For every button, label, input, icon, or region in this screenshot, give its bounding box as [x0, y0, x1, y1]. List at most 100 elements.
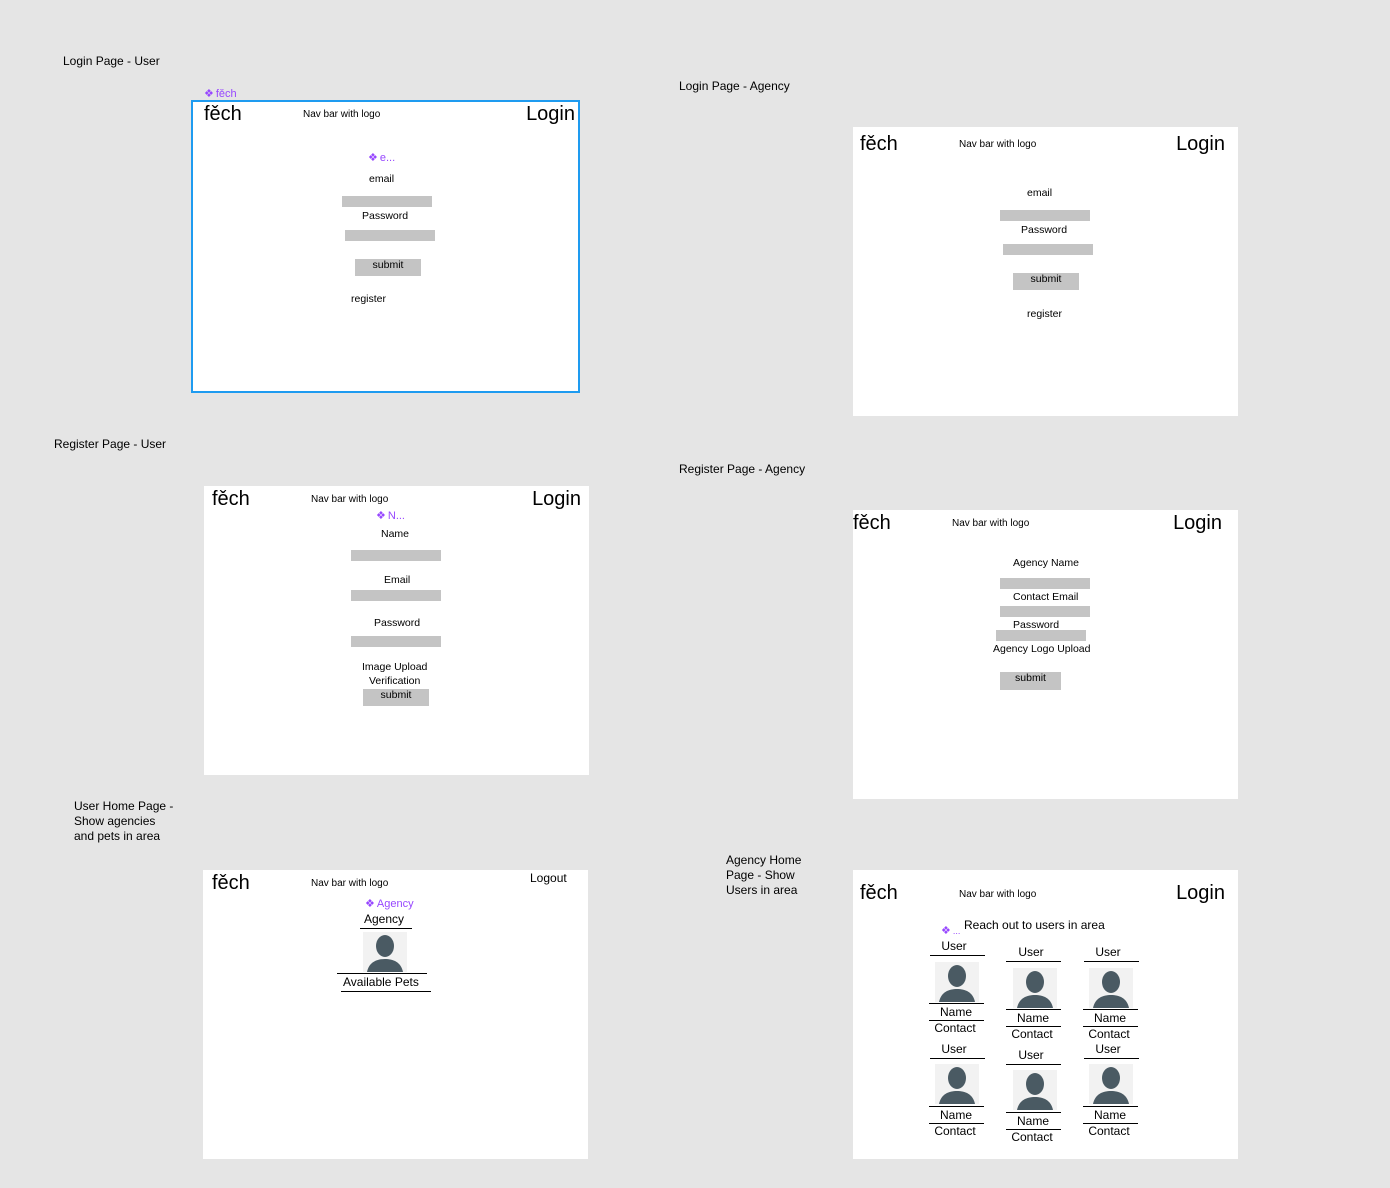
submit-button[interactable]: submit	[363, 689, 429, 706]
divider	[1006, 1112, 1061, 1113]
frame-label-login-agency: Login Page - Agency	[679, 79, 790, 93]
register-agency-frame[interactable]: fěch Nav bar with logo Login Agency Name…	[853, 510, 1238, 799]
person-icon	[1093, 1067, 1129, 1104]
divider	[1006, 1009, 1061, 1010]
contact-email-label: Contact Email	[1013, 591, 1079, 603]
password-field[interactable]	[1003, 244, 1093, 255]
person-icon	[1017, 1073, 1053, 1110]
submit-button[interactable]: submit	[355, 259, 421, 276]
component-tag-label: ...	[952, 926, 961, 936]
email-field[interactable]	[1000, 210, 1090, 221]
user-card-contact[interactable]: Contact	[1002, 1027, 1062, 1041]
agency-home-frame[interactable]: fěch Nav bar with logo Login ❖... Reach …	[853, 870, 1238, 1159]
user-card-title: User	[1018, 945, 1044, 959]
password-label: Password	[374, 617, 421, 629]
email-label: email	[369, 173, 395, 185]
nav-bar-label: Nav bar with logo	[959, 139, 1037, 150]
login-link[interactable]: Login	[1173, 512, 1222, 535]
image-upload-label[interactable]: Image Upload	[362, 661, 427, 673]
user-card-contact[interactable]: Contact	[925, 1124, 985, 1138]
divider	[930, 1058, 985, 1059]
component-tag-label: N...	[387, 510, 405, 522]
divider	[1083, 1009, 1138, 1010]
person-icon	[939, 965, 975, 1002]
password-field[interactable]	[996, 630, 1086, 641]
divider	[1083, 1106, 1138, 1107]
user-card-name: Name	[1016, 1011, 1049, 1025]
divider	[929, 1106, 984, 1107]
email-field[interactable]	[351, 590, 441, 601]
component-icon: ❖	[368, 152, 378, 164]
logo[interactable]: fěch	[204, 103, 242, 126]
agency-logo-upload[interactable]: Agency Logo Upload	[993, 643, 1091, 655]
divider	[1084, 1058, 1139, 1059]
person-icon	[367, 935, 403, 972]
login-link[interactable]: Login	[1176, 133, 1225, 156]
password-field[interactable]	[351, 636, 441, 647]
login-link[interactable]: Login	[526, 103, 575, 126]
register-user-frame[interactable]: fěch Nav bar with logo Login ❖ N... Name …	[204, 486, 589, 775]
login-link[interactable]: Login	[1176, 882, 1225, 905]
password-field[interactable]	[345, 230, 435, 241]
login-agency-frame[interactable]: fěch Nav bar with logo Login email Passw…	[853, 127, 1238, 416]
divider	[930, 955, 985, 956]
divider	[1084, 961, 1139, 962]
component-tag-agency[interactable]: ❖ Agency	[365, 897, 414, 910]
agency-name-field[interactable]	[1000, 578, 1090, 589]
name-field[interactable]	[351, 550, 441, 561]
frame-label-agency-home: Agency Home Page - Show Users in area	[726, 853, 802, 897]
submit-button[interactable]: submit	[1013, 273, 1079, 290]
logo[interactable]: fěch	[212, 488, 250, 511]
logo[interactable]: fěch	[212, 872, 250, 895]
register-link[interactable]: register	[1027, 308, 1062, 320]
component-tag-name[interactable]: ❖ N...	[376, 509, 405, 522]
user-card-contact[interactable]: Contact	[1079, 1124, 1139, 1138]
user-card-contact[interactable]: Contact	[1002, 1130, 1062, 1144]
reach-out-heading: Reach out to users in area	[964, 918, 1105, 932]
component-tag-label: Agency	[376, 898, 414, 910]
user-avatar[interactable]	[1089, 1064, 1133, 1104]
user-avatar[interactable]	[1089, 968, 1133, 1008]
logout-link[interactable]: Logout	[530, 871, 567, 885]
submit-button[interactable]: submit	[1000, 672, 1061, 690]
user-avatar[interactable]	[1013, 968, 1057, 1008]
login-user-frame[interactable]: fěch Nav bar with logo Login ❖ e... email…	[191, 100, 580, 393]
logo[interactable]: fěch	[853, 512, 891, 535]
user-card-contact[interactable]: Contact	[925, 1021, 985, 1035]
user-avatar[interactable]	[935, 962, 979, 1002]
contact-email-field[interactable]	[1000, 606, 1090, 617]
divider	[341, 991, 431, 992]
component-tag-logo[interactable]: ❖ fěch	[204, 87, 237, 100]
divider	[1006, 961, 1061, 962]
logo[interactable]: fěch	[860, 882, 898, 905]
user-card-contact[interactable]: Contact	[1079, 1027, 1139, 1041]
user-card-title: User	[941, 1042, 967, 1056]
register-link[interactable]: register	[351, 293, 386, 305]
frame-label-register-agency: Register Page - Agency	[679, 462, 806, 476]
component-icon: ❖	[365, 898, 375, 910]
user-home-frame[interactable]: fěch Nav bar with logo Logout ❖ Agency Ag…	[203, 870, 588, 1159]
login-link[interactable]: Login	[532, 488, 581, 511]
divider	[360, 928, 412, 929]
frame-label-register-user: Register Page - User	[54, 437, 167, 451]
component-tag-label: fěch	[215, 88, 237, 100]
agency-avatar[interactable]	[363, 932, 407, 972]
user-card-name: Name	[939, 1108, 972, 1122]
person-icon	[939, 1067, 975, 1104]
email-field[interactable]	[342, 196, 432, 207]
user-card-title: User	[1095, 945, 1121, 959]
nav-bar-label: Nav bar with logo	[303, 109, 381, 120]
nav-bar-label: Nav bar with logo	[311, 494, 389, 505]
divider	[1006, 1064, 1061, 1065]
user-card-name: Name	[1016, 1114, 1049, 1128]
password-label: Password	[1021, 224, 1068, 236]
component-tag-user[interactable]: ❖...	[941, 924, 960, 937]
frame-label-user-home: User Home Page - Show agencies and pets …	[74, 799, 174, 843]
logo[interactable]: fěch	[860, 133, 898, 156]
user-avatar[interactable]	[935, 1064, 979, 1104]
component-tag-email[interactable]: ❖ e...	[368, 151, 395, 164]
email-label: email	[1027, 187, 1053, 199]
available-pets-label[interactable]: Available Pets	[343, 975, 419, 989]
nav-bar-label: Nav bar with logo	[311, 878, 389, 889]
user-avatar[interactable]	[1013, 1070, 1057, 1110]
